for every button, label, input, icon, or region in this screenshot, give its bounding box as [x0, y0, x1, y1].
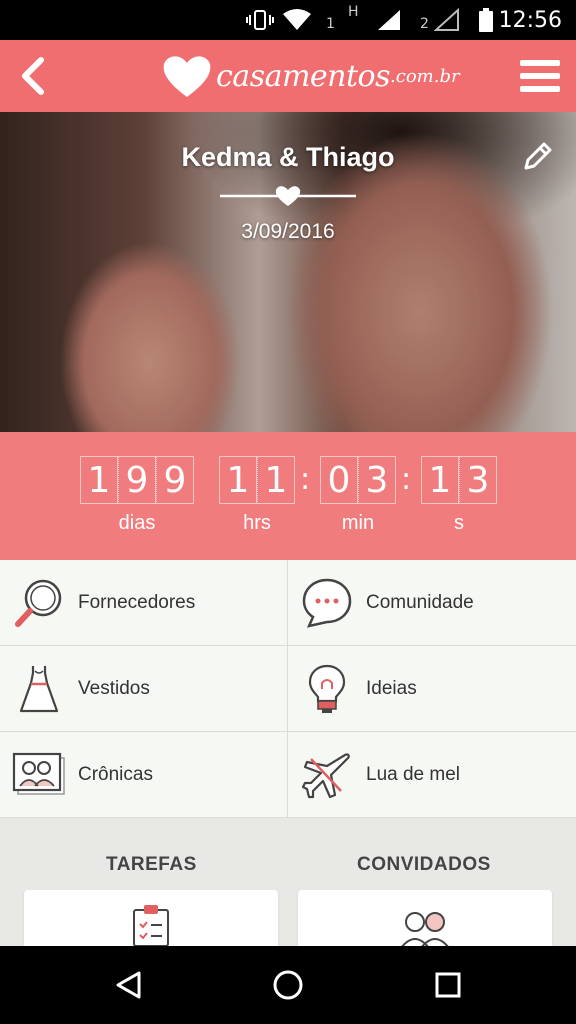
countdown-timer: 1 9 9 1 1 : 0 3 : 1 3 dias hrs min s: [0, 432, 576, 560]
menu-item-cronicas[interactable]: Crônicas: [0, 732, 288, 818]
app-screen: 1 H 2 12:56 casamentos .com.br Kedma & T…: [0, 0, 576, 1024]
hours-label: hrs: [243, 512, 271, 534]
photo-frame-icon: [12, 748, 66, 802]
chevron-left-icon: [22, 57, 44, 95]
signal-icon-2: [434, 0, 460, 40]
nav-recents-button[interactable]: [428, 965, 468, 1005]
countdown-minutes: 0 3: [320, 456, 396, 504]
airplane-icon: [300, 748, 354, 802]
heart-divider-icon: [220, 186, 356, 206]
tasks-title: TAREFAS: [106, 854, 197, 875]
countdown-separator: :: [300, 462, 311, 497]
logo-text: casamentos: [216, 58, 391, 94]
days-label: dias: [118, 512, 156, 534]
signal-icon: [376, 0, 402, 40]
pencil-icon: [524, 142, 552, 170]
menu-item-label: Comunidade: [366, 591, 474, 613]
feature-grid: Fornecedores Comunidade Vestidos Ideias …: [0, 560, 576, 818]
days-digit: 1: [80, 456, 118, 504]
days-digit: 9: [118, 456, 156, 504]
dress-icon: [12, 662, 66, 716]
triangle-back-icon: [116, 971, 141, 999]
clock: 12:56: [498, 7, 562, 33]
status-bar: 1 H 2 12:56: [0, 0, 576, 40]
menu-item-fornecedores[interactable]: Fornecedores: [0, 560, 288, 646]
hours-digit: 1: [257, 456, 295, 504]
chat-bubble-icon: [300, 576, 354, 630]
seconds-digit: 1: [421, 456, 459, 504]
menu-item-label: Fornecedores: [78, 591, 196, 613]
magnifier-icon: [12, 576, 66, 630]
nav-home-button[interactable]: [268, 965, 308, 1005]
sim2-label: 2: [420, 16, 429, 32]
minutes-digit: 0: [320, 456, 358, 504]
nav-back-button[interactable]: [108, 965, 148, 1005]
countdown-separator: :: [401, 462, 412, 497]
network-type-label: H: [348, 4, 359, 20]
minutes-digit: 3: [358, 456, 396, 504]
countdown-seconds: 1 3: [421, 456, 497, 504]
system-navigation-bar: [0, 946, 576, 1024]
vibrate-icon: [246, 0, 274, 40]
menu-item-label: Crônicas: [78, 763, 153, 785]
app-bar: casamentos .com.br: [0, 40, 576, 112]
countdown-days: 1 9 9: [80, 456, 194, 504]
menu-item-lua-de-mel[interactable]: Lua de mel: [288, 732, 576, 818]
square-recents-icon: [435, 972, 461, 998]
lightbulb-icon: [300, 662, 354, 716]
countdown-hours: 1 1: [219, 456, 295, 504]
hours-digit: 1: [219, 456, 257, 504]
days-digit: 9: [156, 456, 194, 504]
hamburger-menu-icon: [520, 60, 560, 92]
wedding-date: 3/09/2016: [241, 220, 335, 243]
minutes-label: min: [341, 512, 375, 534]
menu-item-comunidade[interactable]: Comunidade: [288, 560, 576, 646]
guests-title: CONVIDADOS: [357, 854, 491, 875]
app-logo: casamentos .com.br: [162, 48, 460, 104]
back-button[interactable]: [12, 50, 52, 102]
menu-item-label: Ideias: [366, 677, 417, 699]
guests-people-icon: [400, 912, 450, 948]
couple-photo: Kedma & Thiago 3/09/2016: [0, 112, 576, 432]
menu-item-label: Lua de mel: [366, 763, 461, 785]
edit-button[interactable]: [522, 140, 554, 172]
battery-icon: [478, 0, 494, 40]
bottom-section: TAREFAS CONVIDADOS: [0, 818, 576, 960]
heart-logo-icon: [163, 56, 211, 97]
seconds-label: s: [454, 512, 464, 534]
menu-item-ideias[interactable]: Ideias: [288, 646, 576, 732]
seconds-digit: 3: [459, 456, 497, 504]
wifi-icon: [282, 0, 312, 40]
menu-button[interactable]: [516, 52, 564, 100]
clipboard-checklist-icon: [133, 905, 169, 947]
menu-item-label: Vestidos: [78, 677, 150, 699]
circle-home-icon: [273, 970, 303, 1000]
menu-item-vestidos[interactable]: Vestidos: [0, 646, 288, 732]
sim1-label: 1: [326, 16, 335, 32]
couple-name: Kedma & Thiago: [181, 142, 395, 172]
logo-suffix: .com.br: [390, 65, 460, 87]
